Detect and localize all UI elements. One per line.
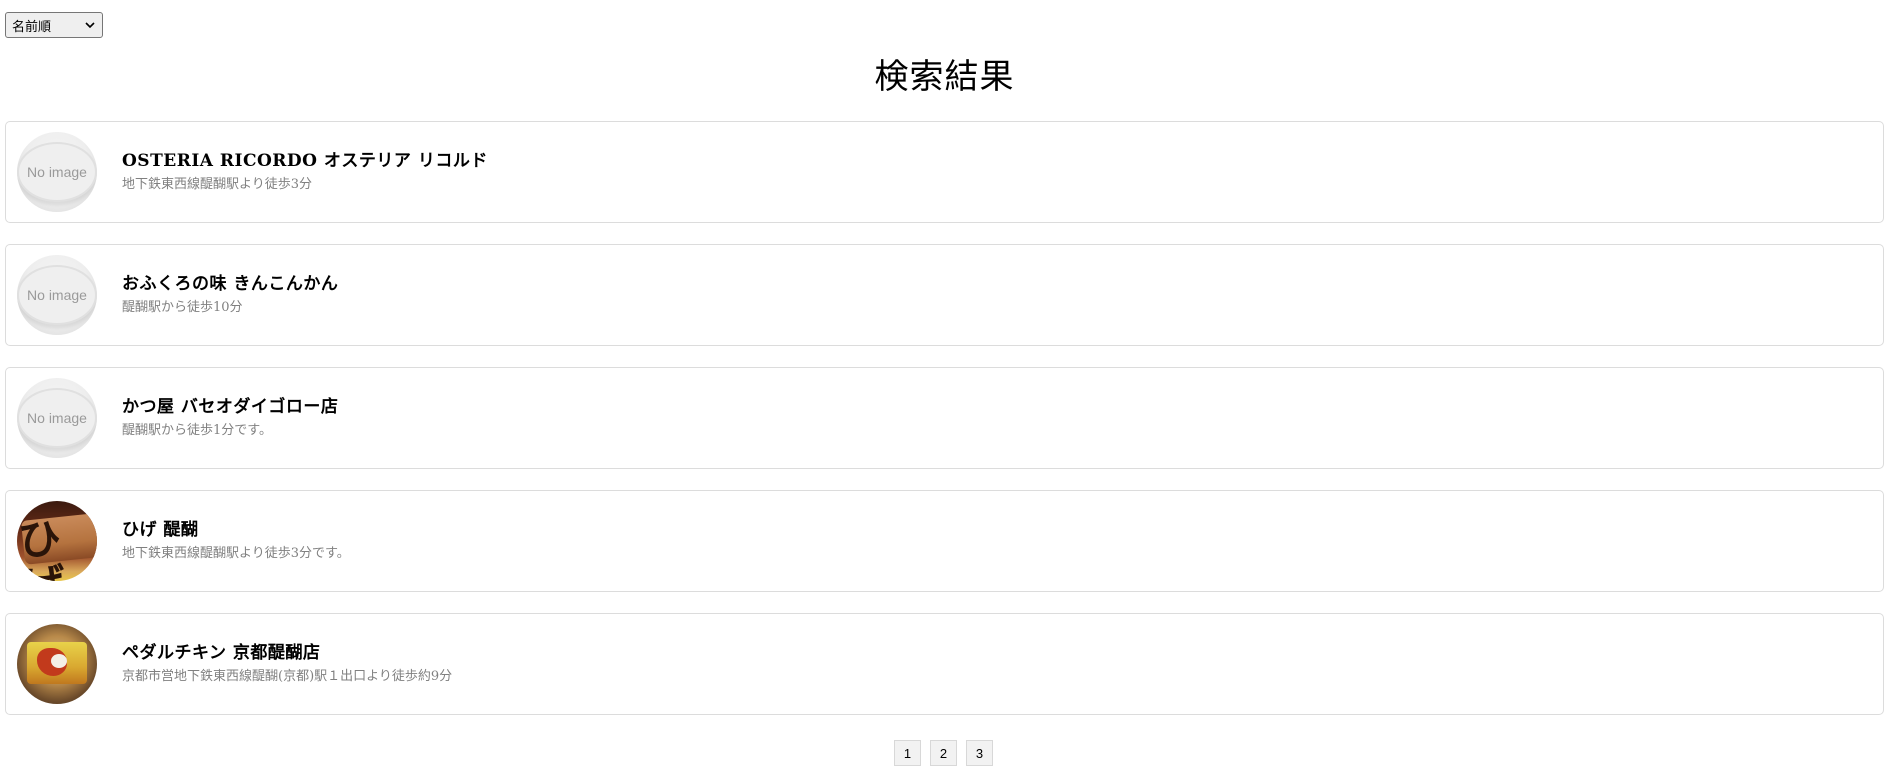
result-card-text: かつ屋 バセオダイゴロー店 醍醐駅から徒歩1分です。 xyxy=(122,395,338,441)
shop-access: 地下鉄東西線醍醐駅より徒歩3分 xyxy=(122,177,313,192)
result-card-text: ひげ 醍醐 地下鉄東西線醍醐駅より徒歩3分です。 xyxy=(122,518,350,564)
chevron-down-icon xyxy=(85,22,95,29)
result-card[interactable]: ペダルチキン 京都醍醐店 京都市営地下鉄東西線醍醐(京都)駅１出口より徒歩約9分 xyxy=(5,613,1884,715)
shop-access: 醍醐駅から徒歩10分 xyxy=(122,300,243,315)
shop-access: 地下鉄東西線醍醐駅より徒歩3分です。 xyxy=(122,546,350,561)
shop-access: 京都市営地下鉄東西線醍醐(京都)駅１出口より徒歩約9分 xyxy=(122,669,453,684)
result-card[interactable]: No image かつ屋 バセオダイゴロー店 醍醐駅から徒歩1分です。 xyxy=(5,367,1884,469)
result-card[interactable]: No image おふくろの味 きんこんかん 醍醐駅から徒歩10分 xyxy=(5,244,1884,346)
result-card-text: おふくろの味 きんこんかん 醍醐駅から徒歩10分 xyxy=(122,272,338,318)
shop-photo: ひげ xyxy=(17,501,97,581)
pagination: 1 2 3 xyxy=(0,740,1889,766)
page-title: 検索結果 xyxy=(874,57,1015,97)
result-list: No image OSTERIA RICORDO オステリア リコルド 地下鉄東… xyxy=(5,121,1884,736)
shop-name[interactable]: ひげ 醍醐 xyxy=(122,518,350,542)
shop-name[interactable]: おふくろの味 きんこんかん xyxy=(122,272,338,296)
shop-thumbnail: No image xyxy=(17,255,97,335)
shop-photo-logo-detail xyxy=(51,654,67,668)
shop-thumbnail: No image xyxy=(17,132,97,212)
shop-name[interactable]: かつ屋 バセオダイゴロー店 xyxy=(122,395,338,419)
no-image-placeholder: No image xyxy=(17,265,97,325)
page-button-3[interactable]: 3 xyxy=(966,740,993,766)
result-card[interactable]: ひげ ひげ 醍醐 地下鉄東西線醍醐駅より徒歩3分です。 xyxy=(5,490,1884,592)
result-card-text: OSTERIA RICORDO オステリア リコルド 地下鉄東西線醍醐駅より徒歩… xyxy=(122,149,488,195)
shop-name[interactable]: OSTERIA RICORDO オステリア リコルド xyxy=(122,149,488,173)
sort-order-selected: 名前順 xyxy=(12,19,52,35)
shop-thumbnail: No image xyxy=(17,378,97,458)
shop-access: 醍醐駅から徒歩1分です。 xyxy=(122,423,272,438)
no-image-placeholder: No image xyxy=(17,142,97,202)
page-button-2[interactable]: 2 xyxy=(930,740,957,766)
shop-photo-lettering: ひげ xyxy=(17,512,68,581)
result-card[interactable]: No image OSTERIA RICORDO オステリア リコルド 地下鉄東… xyxy=(5,121,1884,223)
result-card-text: ペダルチキン 京都醍醐店 京都市営地下鉄東西線醍醐(京都)駅１出口より徒歩約9分 xyxy=(122,641,452,687)
page-button-1[interactable]: 1 xyxy=(894,740,921,766)
shop-name[interactable]: ペダルチキン 京都醍醐店 xyxy=(122,641,452,665)
shop-photo xyxy=(17,624,97,704)
sort-order-select[interactable]: 名前順 xyxy=(5,12,103,38)
no-image-placeholder: No image xyxy=(17,388,97,448)
